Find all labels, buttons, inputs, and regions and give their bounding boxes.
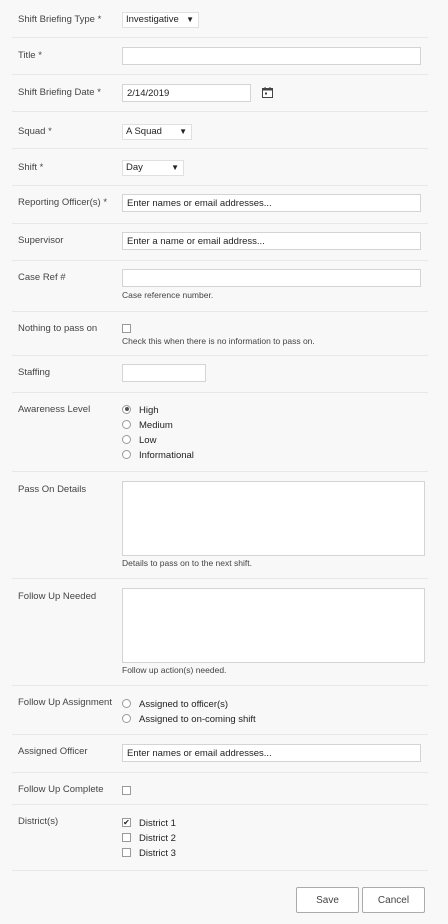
follow-up-needed-row: Follow Up Needed Follow up action(s) nee… (12, 578, 428, 686)
case-ref-hint: Case reference number. (122, 290, 214, 300)
follow-up-complete-label: Follow Up Complete (18, 784, 104, 795)
reporting-officers-label: Reporting Officer(s) * (18, 197, 108, 208)
shift-value: Day (126, 162, 143, 173)
case-ref-label: Case Ref # (18, 272, 66, 283)
briefing-type-label: Shift Briefing Type * (18, 14, 102, 25)
checkmark-icon[interactable]: ✔ (122, 817, 131, 827)
assigned-officer-row: Assigned Officer (12, 734, 428, 773)
staffing-row: Staffing (12, 355, 428, 393)
calendar-icon[interactable] (262, 87, 273, 98)
awareness-label: Awareness Level (18, 404, 91, 415)
assignment-option-officers[interactable]: Assigned to officer(s) (122, 698, 228, 710)
shift-row: Shift * Day ▼ (12, 148, 428, 186)
briefing-date-input[interactable] (122, 84, 251, 102)
briefing-date-label: Shift Briefing Date * (18, 87, 101, 98)
district-option-3[interactable]: District 3 (122, 847, 176, 859)
chevron-down-icon: ▼ (186, 15, 194, 24)
follow-up-complete-checkbox[interactable] (122, 786, 131, 795)
district-option-2[interactable]: District 2 (122, 832, 176, 844)
shift-select[interactable]: Day ▼ (122, 160, 184, 176)
title-row: Title * (12, 37, 428, 75)
districts-row: District(s) ✔ District 1 District 2 Distr… (12, 804, 428, 871)
follow-up-needed-label: Follow Up Needed (18, 591, 97, 602)
squad-row: Squad * A Squad ▼ (12, 111, 428, 149)
briefing-type-row: Shift Briefing Type * Investigative ▼ (12, 0, 428, 38)
title-input[interactable] (122, 47, 421, 65)
nothing-to-pass-label: Nothing to pass on (18, 323, 98, 334)
follow-up-needed-textarea[interactable] (122, 588, 425, 663)
follow-up-assignment-label: Follow Up Assignment (18, 697, 112, 708)
pass-on-details-hint: Details to pass on to the next shift. (122, 558, 252, 568)
district-2-checkbox[interactable] (122, 832, 131, 842)
nothing-to-pass-row: Nothing to pass on Check this when there… (12, 311, 428, 356)
follow-up-needed-hint: Follow up action(s) needed. (122, 665, 227, 675)
squad-value: A Squad (126, 126, 162, 137)
radio-medium[interactable] (122, 419, 131, 429)
assigned-officer-label: Assigned Officer (18, 746, 88, 757)
radio-low[interactable] (122, 434, 131, 444)
case-ref-row: Case Ref # Case reference number. (12, 260, 428, 312)
radio-high[interactable] (122, 404, 131, 414)
reporting-officers-row: Reporting Officer(s) * (12, 185, 428, 224)
staffing-input[interactable] (122, 364, 206, 382)
radio-informational[interactable] (122, 449, 131, 459)
assigned-officer-input[interactable] (122, 744, 421, 762)
awareness-option-high[interactable]: High (122, 404, 159, 416)
awareness-row: Awareness Level High Medium Low Informat… (12, 392, 428, 472)
briefing-date-row: Shift Briefing Date * (12, 74, 428, 112)
staffing-label: Staffing (18, 367, 51, 378)
supervisor-input[interactable] (122, 232, 421, 250)
radio-assigned-officers[interactable] (122, 698, 131, 708)
awareness-option-low[interactable]: Low (122, 434, 156, 446)
pass-on-details-textarea[interactable] (122, 481, 425, 556)
briefing-type-value: Investigative (126, 14, 179, 25)
pass-on-details-row: Pass On Details Details to pass on to th… (12, 471, 428, 579)
chevron-down-icon: ▼ (171, 163, 179, 172)
follow-up-assignment-row: Follow Up Assignment Assigned to officer… (12, 685, 428, 735)
save-button[interactable]: Save (296, 887, 359, 913)
squad-select[interactable]: A Squad ▼ (122, 124, 192, 140)
supervisor-row: Supervisor (12, 223, 428, 261)
cancel-button[interactable]: Cancel (362, 887, 425, 913)
squad-label: Squad * (18, 126, 52, 137)
assignment-option-oncoming[interactable]: Assigned to on-coming shift (122, 713, 256, 725)
pass-on-details-label: Pass On Details (18, 484, 87, 495)
awareness-option-medium[interactable]: Medium (122, 419, 173, 431)
briefing-type-select[interactable]: Investigative ▼ (122, 12, 199, 28)
awareness-option-informational[interactable]: Informational (122, 449, 194, 461)
reporting-officers-input[interactable] (122, 194, 421, 212)
case-ref-input[interactable] (122, 269, 421, 287)
chevron-down-icon: ▼ (179, 127, 187, 136)
shift-label: Shift * (18, 162, 44, 173)
title-label: Title * (18, 50, 42, 61)
supervisor-label: Supervisor (18, 235, 64, 246)
district-option-1[interactable]: ✔ District 1 (122, 817, 176, 829)
follow-up-complete-row: Follow Up Complete (12, 772, 428, 805)
radio-assigned-oncoming[interactable] (122, 713, 131, 723)
district-3-checkbox[interactable] (122, 847, 131, 857)
districts-label: District(s) (18, 816, 59, 827)
nothing-to-pass-hint: Check this when there is no information … (122, 336, 315, 346)
nothing-to-pass-checkbox[interactable] (122, 324, 131, 333)
